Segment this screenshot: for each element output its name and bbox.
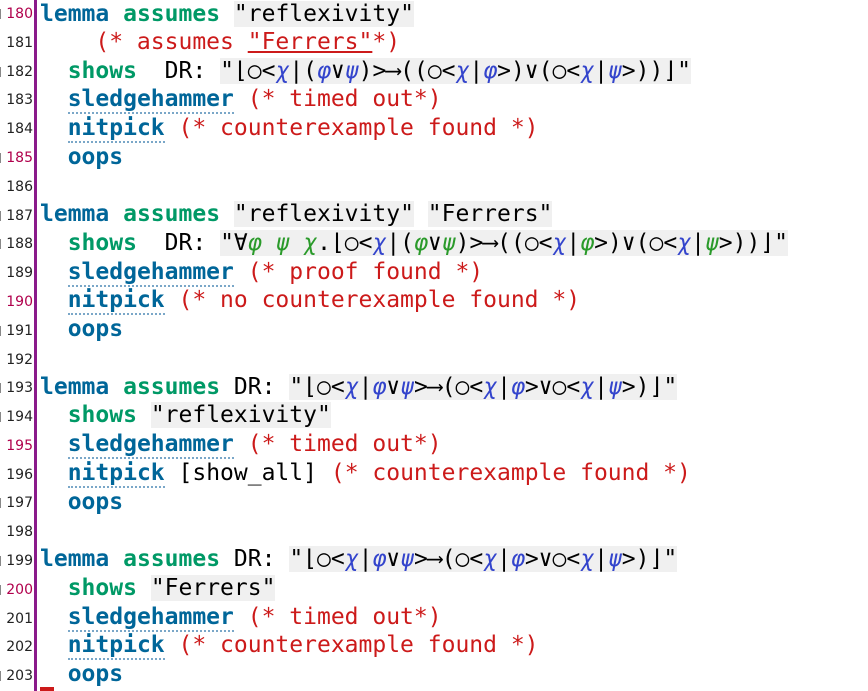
code-line[interactable]: (* assumes "Ferrers"*)	[0, 28, 868, 56]
line-number: 186	[0, 173, 34, 201]
lemma-keyword: lemma	[40, 374, 110, 400]
sledgehammer-command[interactable]: sledgehammer	[67, 604, 234, 632]
shows-string: "reflexivity"	[150, 402, 331, 428]
shows-string: "Ferrers"	[150, 575, 276, 601]
sledgehammer-command[interactable]: sledgehammer	[67, 431, 234, 459]
oops-keyword: oops	[67, 661, 124, 687]
code-line[interactable]: shows "Ferrers"	[0, 574, 868, 602]
formula-string: "⌊○<χ|φ∨ψ>⟶(○<χ|φ>∨○<χ|ψ>)⌋"	[289, 546, 678, 572]
sledgehammer-command[interactable]: sledgehammer	[67, 259, 234, 287]
code-line[interactable]: oops	[0, 143, 868, 171]
line-number-text: 198	[6, 524, 33, 541]
code-line[interactable]: lemma assumes DR: "⌊○<χ|φ∨ψ>⟶(○<χ|φ>∨○<χ…	[0, 545, 868, 573]
lemma-keyword: lemma	[40, 1, 110, 27]
text-caret	[40, 687, 54, 691]
lemma-keyword: lemma	[40, 201, 110, 227]
comment-ferrers: "Ferrers"	[247, 29, 373, 55]
line-number-text: 186	[6, 178, 33, 195]
code-line[interactable]: nitpick (* no counterexample found *)	[0, 286, 868, 315]
shows-keyword: shows	[67, 58, 137, 84]
shows-keyword: shows	[67, 230, 137, 256]
line-number-text: 192	[6, 351, 33, 368]
comment: (* timed out*)	[247, 604, 442, 630]
formula-string: "⌊○<χ|(φ∨ψ)>⟶((○<χ|φ>)∨(○<χ|ψ>))⌋"	[220, 58, 692, 84]
code-line[interactable]: shows DR: "⌊○<χ|(φ∨ψ)>⟶((○<χ|φ>)∨(○<χ|ψ>…	[0, 57, 868, 85]
code-line[interactable]: sledgehammer (* proof found *)	[0, 258, 868, 287]
code-line[interactable]: oops	[0, 660, 868, 688]
code-line[interactable]: lemma assumes "reflexivity"	[0, 0, 868, 28]
formula-string: "⌊○<χ|φ∨ψ>⟶(○<χ|φ>∨○<χ|ψ>)⌋"	[289, 374, 678, 400]
assumes-keyword: assumes	[123, 374, 221, 400]
oops-keyword: oops	[67, 144, 124, 170]
shows-keyword: shows	[67, 575, 137, 601]
comment: (* timed out*)	[247, 86, 442, 112]
comment: (* counterexample found *)	[178, 632, 539, 658]
sledgehammer-command[interactable]: sledgehammer	[67, 86, 234, 114]
comment: (* assumes "Ferrers"*)	[40, 28, 400, 56]
dr-label: DR:	[164, 230, 207, 256]
code-line[interactable]: oops	[0, 488, 868, 516]
oops-keyword: oops	[67, 316, 124, 342]
code-line[interactable]: nitpick [show_all] (* counterexample fou…	[0, 459, 868, 488]
code-line[interactable]: nitpick (* counterexample found *)	[0, 114, 868, 143]
nitpick-option: [show_all]	[178, 460, 317, 486]
comment: (* timed out*)	[247, 431, 442, 457]
assumes-keyword: assumes	[123, 546, 221, 572]
nitpick-command[interactable]: nitpick	[67, 632, 165, 660]
nitpick-command[interactable]: nitpick	[67, 115, 165, 143]
line-number: 192	[0, 346, 34, 374]
code-line[interactable]: lemma assumes DR: "⌊○<χ|φ∨ψ>⟶(○<χ|φ>∨○<χ…	[0, 373, 868, 401]
code-line[interactable]: sledgehammer (* timed out*)	[0, 85, 868, 114]
code-line[interactable]: lemma assumes "reflexivity" "Ferrers"	[0, 200, 868, 228]
dr-label: DR:	[233, 374, 276, 400]
dr-label: DR:	[233, 546, 276, 572]
code-line[interactable]: shows DR: "∀φ ψ χ.⌊○<χ|(φ∨ψ)>⟶((○<χ|φ>)∨…	[0, 229, 868, 257]
lemma-keyword: lemma	[40, 546, 110, 572]
nitpick-command[interactable]: nitpick	[67, 460, 165, 488]
dr-label: DR:	[164, 58, 207, 84]
code-line[interactable]: shows "reflexivity"	[0, 401, 868, 429]
assumes-keyword: assumes	[123, 201, 221, 227]
line-number: 198	[0, 518, 34, 546]
assumption-string: "reflexivity"	[233, 201, 414, 227]
assumption-string: "reflexivity"	[233, 1, 414, 27]
code-line[interactable]: nitpick (* counterexample found *)	[0, 631, 868, 660]
code-line[interactable]: sledgehammer (* timed out*)	[0, 430, 868, 459]
nitpick-command[interactable]: nitpick	[67, 287, 165, 315]
oops-keyword: oops	[67, 489, 124, 515]
code-line[interactable]: sledgehammer (* timed out*)	[0, 603, 868, 632]
comment: (* counterexample found *)	[178, 115, 539, 141]
theory-editor[interactable]: 180 181 182 183 184 185 186 187 188 189 190 191 192 1…	[0, 0, 868, 691]
assumption-string: "Ferrers"	[427, 201, 553, 227]
code-line[interactable]: oops	[0, 315, 868, 343]
lemma-header: lemma assumes "reflexivity"	[40, 0, 414, 28]
shows-statement: shows DR: "⌊○<χ|(φ∨ψ)>⟶((○<χ|φ>)∨(○<χ|ψ>…	[40, 57, 692, 85]
comment-text: (* assumes	[95, 29, 248, 55]
comment: (* no counterexample found *)	[178, 287, 581, 313]
assumes-keyword: assumes	[123, 1, 221, 27]
comment: (* counterexample found *)	[330, 460, 691, 486]
formula-string: "∀φ ψ χ.⌊○<χ|(φ∨ψ)>⟶((○<χ|φ>)∨(○<χ|ψ>))⌋…	[220, 230, 789, 256]
comment-close: *)	[372, 29, 401, 55]
comment: (* proof found *)	[247, 259, 484, 285]
shows-keyword: shows	[67, 402, 137, 428]
